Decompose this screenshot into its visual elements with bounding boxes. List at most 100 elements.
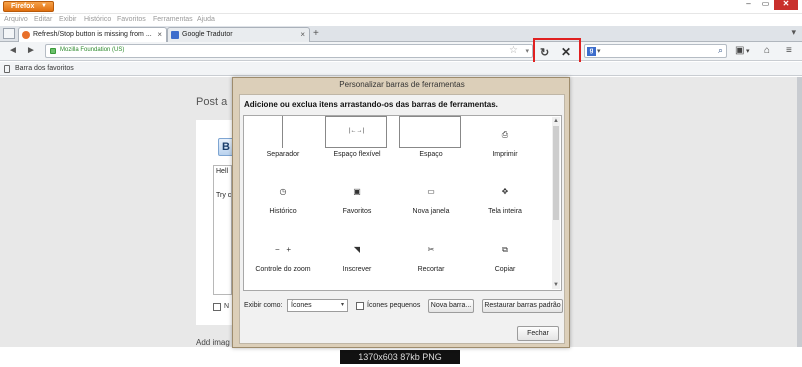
palette-item-bookmarks[interactable]: ▣ Favoritos xyxy=(320,173,394,223)
palette-item-label: Recortar xyxy=(417,266,445,273)
bookmarks-toolbar-label[interactable]: Barra dos favoritos xyxy=(15,65,74,72)
palette-item-label: Imprimir xyxy=(492,151,518,158)
minimize-button[interactable]: – xyxy=(740,0,757,10)
close-tab-icon[interactable]: × xyxy=(157,28,162,41)
separator-icon xyxy=(282,116,283,148)
menu-historico[interactable]: Histórico xyxy=(84,16,111,23)
small-icons-label[interactable]: Ícones pequenos xyxy=(367,302,420,309)
menu-editar[interactable]: Editar xyxy=(34,16,52,23)
menu-favoritos[interactable]: Favoritos xyxy=(117,16,146,23)
rss-icon: ◥ xyxy=(353,245,361,254)
search-bar[interactable]: g ▾ ⌕ xyxy=(584,44,727,58)
zoom-icon: − + xyxy=(274,245,291,254)
firefox-favicon-icon xyxy=(22,31,30,39)
menu-exibir[interactable]: Exibir xyxy=(59,16,77,23)
bookmark-folder-icon xyxy=(4,65,10,73)
palette-item-separator[interactable]: Separador xyxy=(246,116,320,166)
palette-item-print[interactable]: ⎙ Imprimir xyxy=(468,116,542,166)
copy-icon: ⧉ xyxy=(502,245,508,254)
close-dialog-button[interactable]: Fechar xyxy=(517,326,559,341)
palette-item-space[interactable]: Espaço xyxy=(394,116,468,166)
reload-button[interactable]: ↻ xyxy=(540,46,549,59)
url-bar[interactable]: Mozilla Foundation (US) ☆ ▾ xyxy=(45,44,533,58)
bookmark-star-icon[interactable]: ☆ xyxy=(509,45,518,56)
palette-item-label: Inscrever xyxy=(342,266,372,273)
palette-item-label: Espaço xyxy=(419,151,443,158)
small-icons-checkbox[interactable] xyxy=(356,302,364,310)
page-scrollbar[interactable] xyxy=(797,77,802,347)
palette-item-label: Copiar xyxy=(494,266,516,273)
image-size-watermark: 1370x603 87kb PNG xyxy=(340,350,460,364)
menu-ajuda[interactable]: Ajuda xyxy=(197,16,215,23)
dialog-body: Adicione ou exclua itens arrastando-os d… xyxy=(239,94,565,344)
lock-icon xyxy=(50,48,56,54)
tab-refresh-stop[interactable]: Refresh/Stop button is missing from ... … xyxy=(18,27,167,42)
palette-item-zoom-controls[interactable]: − + Controle do zoom xyxy=(246,231,320,281)
add-image-link[interactable]: Add imag xyxy=(196,338,230,347)
show-as-select[interactable]: Ícones ▾ xyxy=(287,299,348,312)
message-editor[interactable]: Hell Try c xyxy=(213,165,232,295)
option-checkbox[interactable] xyxy=(213,303,221,311)
restore-default-button[interactable]: Restaurar barras padrão xyxy=(482,299,563,313)
palette-item-flexible-space[interactable]: |←→| Espaço flexível xyxy=(320,116,394,166)
home-icon[interactable]: ⌂ xyxy=(764,45,770,56)
menu-bar: Arquivo Editar Exibir Histórico Favorito… xyxy=(0,14,802,26)
palette-item-subscribe[interactable]: ◥ Inscrever xyxy=(320,231,394,281)
google-search-engine-icon[interactable]: g xyxy=(587,47,596,56)
close-window-button[interactable]: ✕ xyxy=(774,0,798,10)
search-go-icon[interactable]: ⌕ xyxy=(718,45,723,56)
palette-item-label: Controle do zoom xyxy=(255,266,311,273)
url-history-dropdown[interactable]: ▾ xyxy=(525,47,529,55)
post-title: Post a xyxy=(196,96,228,108)
scroll-up-icon[interactable]: ▲ xyxy=(552,117,560,125)
menu-ferramentas[interactable]: Ferramentas xyxy=(153,16,193,23)
palette-item-label: Separador xyxy=(266,151,300,158)
site-identity[interactable]: Mozilla Foundation (US) xyxy=(60,47,124,53)
bookmarks-dropdown-icon[interactable]: ▾ xyxy=(746,47,750,55)
stop-button[interactable]: ✕ xyxy=(561,45,571,59)
tab-groups-button[interactable] xyxy=(3,28,15,39)
new-tab-button[interactable]: + xyxy=(313,28,319,39)
restore-button[interactable]: ▭ xyxy=(757,0,774,10)
space-icon xyxy=(399,116,461,148)
editor-line-2: Try c xyxy=(216,192,232,199)
close-tab-icon[interactable]: × xyxy=(300,28,305,41)
list-all-tabs-button[interactable]: ▾ xyxy=(791,27,796,38)
dialog-instruction: Adicione ou exclua itens arrastando-os d… xyxy=(244,100,498,109)
palette-item-cut[interactable]: ✂ Recortar xyxy=(394,231,468,281)
chevron-down-icon: ▼ xyxy=(41,3,47,9)
bookmarks-icon: ▣ xyxy=(353,187,361,196)
print-icon: ⎙ xyxy=(501,130,509,139)
dialog-title: Personalizar barras de ferramentas xyxy=(339,80,465,89)
option-checkbox-label: N xyxy=(224,303,230,310)
new-window-icon: ▭ xyxy=(427,187,435,196)
window-titlebar: Firefox ▼ – ▭ ✕ xyxy=(0,0,802,14)
palette-item-copy[interactable]: ⧉ Copiar xyxy=(468,231,542,281)
search-engine-dropdown[interactable]: ▾ xyxy=(597,47,601,55)
palette-item-label: Histórico xyxy=(269,208,297,215)
menu-arquivo[interactable]: Arquivo xyxy=(4,16,28,23)
forward-button[interactable]: ► xyxy=(26,45,36,56)
back-button[interactable]: ◄ xyxy=(8,45,18,56)
flexible-space-icon: |←→| xyxy=(325,116,387,148)
palette-item-label: Tela inteira xyxy=(488,208,522,215)
palette-item-label: Espaço flexível xyxy=(333,151,381,158)
cut-icon: ✂ xyxy=(427,245,435,254)
dialog-options-row: Exibir como: Ícones ▾ Ícones pequenos No… xyxy=(244,299,564,313)
menu-icon[interactable]: ≡ xyxy=(786,45,792,56)
palette-item-new-window[interactable]: ▭ Nova janela xyxy=(394,173,468,223)
show-as-value: Ícones xyxy=(291,302,312,309)
google-favicon-icon xyxy=(171,31,179,39)
palette-item-label: Nova janela xyxy=(412,208,450,215)
window-controls: – ▭ ✕ xyxy=(740,0,798,10)
new-toolbar-button[interactable]: Nova barra... xyxy=(428,299,474,313)
palette-item-history[interactable]: ◷ Histórico xyxy=(246,173,320,223)
palette-scrollbar-thumb[interactable] xyxy=(553,126,559,220)
tab-google-tradutor[interactable]: Google Tradutor × xyxy=(167,27,310,42)
scroll-down-icon[interactable]: ▼ xyxy=(552,281,560,289)
show-as-label: Exibir como: xyxy=(244,302,283,309)
bookmarks-menu-icon[interactable]: ▣ xyxy=(735,45,744,56)
palette-item-fullscreen[interactable]: ✥ Tela inteira xyxy=(468,173,542,223)
palette-item-label: Favoritos xyxy=(342,208,372,215)
firefox-menu-button[interactable]: Firefox ▼ xyxy=(3,1,54,12)
